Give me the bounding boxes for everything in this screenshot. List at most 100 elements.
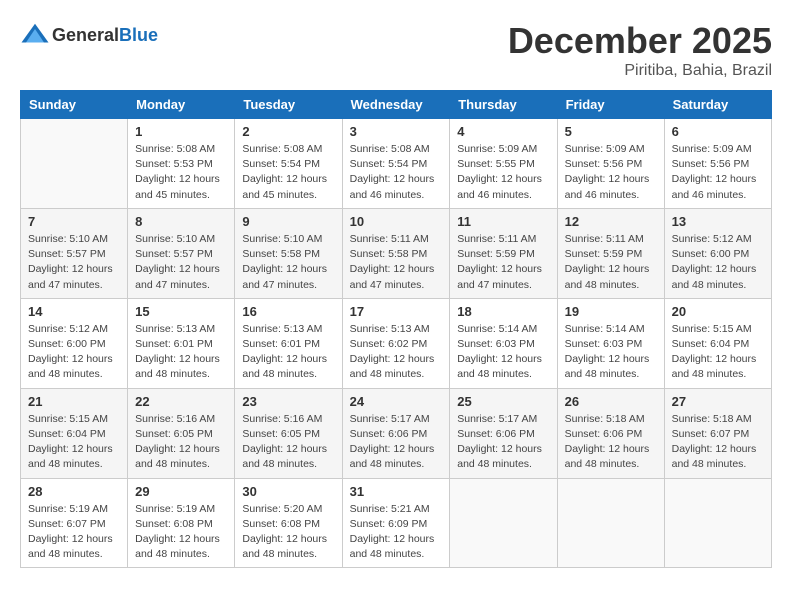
day-info: Sunrise: 5:14 AM Sunset: 6:03 PM Dayligh…	[457, 322, 549, 383]
day-number: 12	[565, 214, 657, 229]
weekday-header-friday: Friday	[557, 91, 664, 119]
location-subtitle: Piritiba, Bahia, Brazil	[508, 62, 772, 80]
day-info: Sunrise: 5:13 AM Sunset: 6:01 PM Dayligh…	[242, 322, 334, 383]
calendar-week-row: 7 Sunrise: 5:10 AM Sunset: 5:57 PM Daylig…	[21, 208, 772, 298]
day-info: Sunrise: 5:16 AM Sunset: 6:05 PM Dayligh…	[242, 412, 334, 473]
weekday-header-tuesday: Tuesday	[235, 91, 342, 119]
day-number: 9	[242, 214, 334, 229]
day-number: 21	[28, 394, 120, 409]
day-info: Sunrise: 5:11 AM Sunset: 5:59 PM Dayligh…	[565, 232, 657, 293]
day-info: Sunrise: 5:18 AM Sunset: 6:07 PM Dayligh…	[672, 412, 764, 473]
calendar-day-cell: 13Sunrise: 5:12 AM Sunset: 6:00 PM Dayli…	[664, 208, 771, 298]
day-number: 14	[28, 304, 120, 319]
calendar-week-row: 28Sunrise: 5:19 AM Sunset: 6:07 PM Dayli…	[21, 478, 772, 568]
title-section: December 2025 Piritiba, Bahia, Brazil	[508, 20, 772, 80]
day-info: Sunrise: 5:15 AM Sunset: 6:04 PM Dayligh…	[28, 412, 120, 473]
calendar-day-cell: 24 Sunrise: 5:17 AM Sunset: 6:06 PM Dayli…	[342, 388, 450, 478]
calendar-day-cell: 5 Sunrise: 5:09 AM Sunset: 5:56 PM Daylig…	[557, 119, 664, 209]
day-info: Sunrise: 5:21 AM Sunset: 6:09 PM Dayligh…	[350, 502, 443, 563]
day-info: Sunrise: 5:09 AM Sunset: 5:56 PM Dayligh…	[565, 142, 657, 203]
calendar-day-cell	[21, 119, 128, 209]
calendar-day-cell: 22 Sunrise: 5:16 AM Sunset: 6:05 PM Dayli…	[128, 388, 235, 478]
calendar-day-cell: 27 Sunrise: 5:18 AM Sunset: 6:07 PM Dayli…	[664, 388, 771, 478]
calendar-day-cell: 18 Sunrise: 5:14 AM Sunset: 6:03 PM Dayli…	[450, 298, 557, 388]
calendar-day-cell	[557, 478, 664, 568]
weekday-header-monday: Monday	[128, 91, 235, 119]
day-number: 30	[242, 484, 334, 499]
calendar-week-row: 1Sunrise: 5:08 AM Sunset: 5:53 PM Daylig…	[21, 119, 772, 209]
day-number: 24	[350, 394, 443, 409]
calendar-table: SundayMondayTuesdayWednesdayThursdayFrid…	[20, 90, 772, 568]
day-number: 22	[135, 394, 227, 409]
calendar-day-cell: 12 Sunrise: 5:11 AM Sunset: 5:59 PM Dayli…	[557, 208, 664, 298]
day-info: Sunrise: 5:09 AM Sunset: 5:56 PM Dayligh…	[672, 142, 764, 203]
day-number: 5	[565, 124, 657, 139]
day-number: 29	[135, 484, 227, 499]
day-info: Sunrise: 5:20 AM Sunset: 6:08 PM Dayligh…	[242, 502, 334, 563]
calendar-day-cell: 7Sunrise: 5:10 AM Sunset: 5:57 PM Daylig…	[21, 208, 128, 298]
logo: GeneralBlue	[20, 20, 158, 50]
day-number: 27	[672, 394, 764, 409]
day-number: 17	[350, 304, 443, 319]
day-number: 16	[242, 304, 334, 319]
day-info: Sunrise: 5:13 AM Sunset: 6:02 PM Dayligh…	[350, 322, 443, 383]
month-year-title: December 2025	[508, 20, 772, 62]
calendar-day-cell: 19 Sunrise: 5:14 AM Sunset: 6:03 PM Dayli…	[557, 298, 664, 388]
calendar-day-cell: 6 Sunrise: 5:09 AM Sunset: 5:56 PM Daylig…	[664, 119, 771, 209]
calendar-day-cell: 11Sunrise: 5:11 AM Sunset: 5:59 PM Dayli…	[450, 208, 557, 298]
calendar-day-cell	[664, 478, 771, 568]
day-number: 7	[28, 214, 120, 229]
calendar-day-cell: 26 Sunrise: 5:18 AM Sunset: 6:06 PM Dayli…	[557, 388, 664, 478]
page-header: GeneralBlue December 2025 Piritiba, Bahi…	[20, 20, 772, 80]
day-info: Sunrise: 5:10 AM Sunset: 5:57 PM Dayligh…	[135, 232, 227, 293]
day-info: Sunrise: 5:08 AM Sunset: 5:54 PM Dayligh…	[242, 142, 334, 203]
day-info: Sunrise: 5:19 AM Sunset: 6:07 PM Dayligh…	[28, 502, 120, 563]
calendar-day-cell: 29Sunrise: 5:19 AM Sunset: 6:08 PM Dayli…	[128, 478, 235, 568]
day-number: 1	[135, 124, 227, 139]
day-info: Sunrise: 5:14 AM Sunset: 6:03 PM Dayligh…	[565, 322, 657, 383]
calendar-day-cell: 10 Sunrise: 5:11 AM Sunset: 5:58 PM Dayli…	[342, 208, 450, 298]
calendar-day-cell: 16 Sunrise: 5:13 AM Sunset: 6:01 PM Dayli…	[235, 298, 342, 388]
day-info: Sunrise: 5:16 AM Sunset: 6:05 PM Dayligh…	[135, 412, 227, 473]
calendar-week-row: 21 Sunrise: 5:15 AM Sunset: 6:04 PM Dayli…	[21, 388, 772, 478]
logo-general-text: General	[52, 25, 119, 45]
day-number: 6	[672, 124, 764, 139]
weekday-header-saturday: Saturday	[664, 91, 771, 119]
day-number: 3	[350, 124, 443, 139]
calendar-day-cell: 1Sunrise: 5:08 AM Sunset: 5:53 PM Daylig…	[128, 119, 235, 209]
weekday-header-sunday: Sunday	[21, 91, 128, 119]
logo-icon	[20, 20, 50, 50]
calendar-day-cell: 2 Sunrise: 5:08 AM Sunset: 5:54 PM Daylig…	[235, 119, 342, 209]
calendar-day-cell: 23 Sunrise: 5:16 AM Sunset: 6:05 PM Dayli…	[235, 388, 342, 478]
calendar-day-cell: 15Sunrise: 5:13 AM Sunset: 6:01 PM Dayli…	[128, 298, 235, 388]
day-number: 2	[242, 124, 334, 139]
day-number: 4	[457, 124, 549, 139]
day-info: Sunrise: 5:18 AM Sunset: 6:06 PM Dayligh…	[565, 412, 657, 473]
calendar-day-cell: 3 Sunrise: 5:08 AM Sunset: 5:54 PM Daylig…	[342, 119, 450, 209]
calendar-day-cell: 14 Sunrise: 5:12 AM Sunset: 6:00 PM Dayli…	[21, 298, 128, 388]
day-info: Sunrise: 5:12 AM Sunset: 6:00 PM Dayligh…	[28, 322, 120, 383]
calendar-week-row: 14 Sunrise: 5:12 AM Sunset: 6:00 PM Dayli…	[21, 298, 772, 388]
day-number: 13	[672, 214, 764, 229]
day-number: 26	[565, 394, 657, 409]
calendar-day-cell: 17 Sunrise: 5:13 AM Sunset: 6:02 PM Dayli…	[342, 298, 450, 388]
calendar-day-cell: 25Sunrise: 5:17 AM Sunset: 6:06 PM Dayli…	[450, 388, 557, 478]
logo-blue-text: Blue	[119, 25, 158, 45]
calendar-day-cell: 30 Sunrise: 5:20 AM Sunset: 6:08 PM Dayli…	[235, 478, 342, 568]
day-number: 23	[242, 394, 334, 409]
day-number: 25	[457, 394, 549, 409]
day-number: 19	[565, 304, 657, 319]
calendar-day-cell: 28Sunrise: 5:19 AM Sunset: 6:07 PM Dayli…	[21, 478, 128, 568]
weekday-header-thursday: Thursday	[450, 91, 557, 119]
day-info: Sunrise: 5:17 AM Sunset: 6:06 PM Dayligh…	[350, 412, 443, 473]
weekday-header-wednesday: Wednesday	[342, 91, 450, 119]
day-number: 10	[350, 214, 443, 229]
day-number: 18	[457, 304, 549, 319]
day-number: 31	[350, 484, 443, 499]
calendar-day-cell: 20Sunrise: 5:15 AM Sunset: 6:04 PM Dayli…	[664, 298, 771, 388]
calendar-day-cell: 4Sunrise: 5:09 AM Sunset: 5:55 PM Daylig…	[450, 119, 557, 209]
day-info: Sunrise: 5:13 AM Sunset: 6:01 PM Dayligh…	[135, 322, 227, 383]
day-info: Sunrise: 5:10 AM Sunset: 5:58 PM Dayligh…	[242, 232, 334, 293]
day-info: Sunrise: 5:11 AM Sunset: 5:58 PM Dayligh…	[350, 232, 443, 293]
day-info: Sunrise: 5:08 AM Sunset: 5:54 PM Dayligh…	[350, 142, 443, 203]
